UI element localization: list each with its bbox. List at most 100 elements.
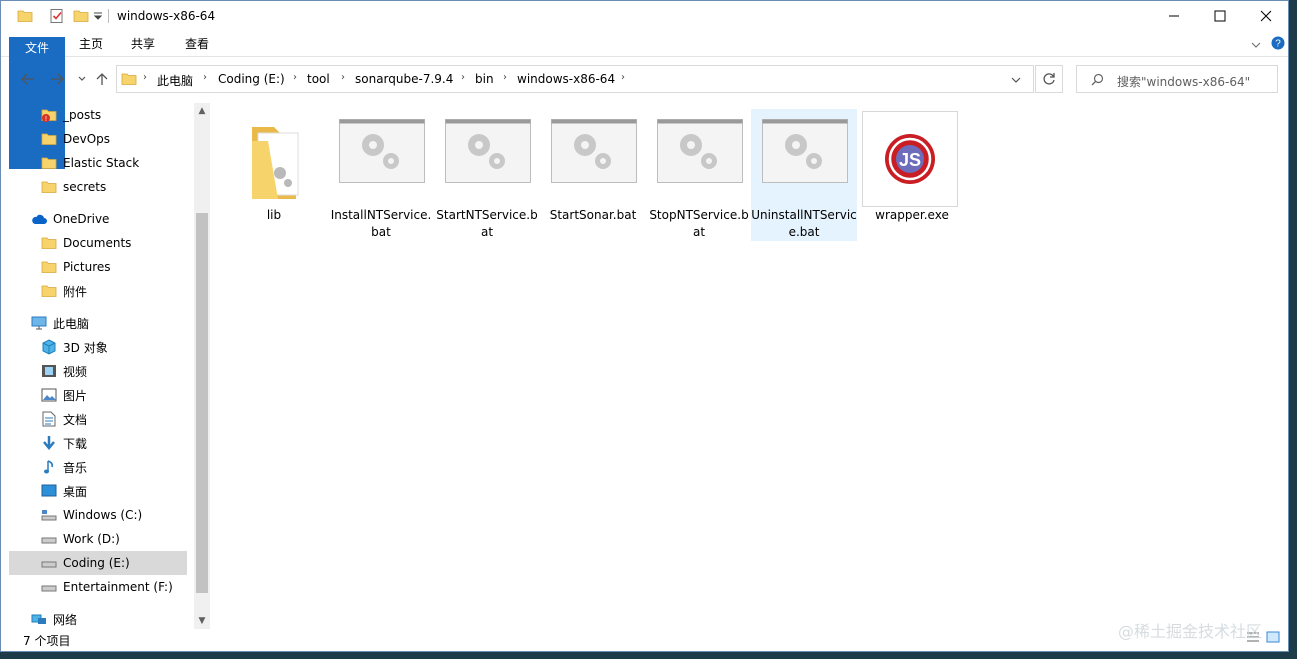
expand-ribbon-icon[interactable]	[1251, 39, 1261, 53]
chevron-right-icon[interactable]: ›	[341, 72, 345, 83]
crumb-this-pc[interactable]: 此电脑	[157, 72, 193, 89]
sidebar-item-network[interactable]: 网络	[9, 607, 187, 631]
sidebar-item-label: 网络	[53, 612, 78, 627]
sidebar-item-label: 文档	[63, 412, 88, 427]
sidebar-item-drive-e[interactable]: Coding (E:)	[9, 551, 187, 575]
sidebar-item-label: 下载	[63, 436, 88, 451]
sidebar-item-drive-f[interactable]: Entertainment (F:)	[9, 575, 187, 599]
sidebar-item-music[interactable]: 音乐	[9, 455, 187, 479]
file-item[interactable]: InstallNTService.bat	[329, 109, 433, 241]
sidebar-item-label: Windows (C:)	[63, 508, 143, 522]
sidebar-item-label: Elastic Stack	[63, 156, 140, 170]
recent-locations-button[interactable]	[71, 69, 93, 89]
folder-icon	[41, 283, 57, 299]
music-icon	[41, 459, 57, 475]
search-box[interactable]: 搜索"windows-x86-64"	[1076, 65, 1278, 93]
file-name: lib	[266, 208, 282, 222]
close-button[interactable]	[1243, 1, 1289, 31]
chevron-right-icon[interactable]: ›	[143, 72, 147, 83]
properties-icon[interactable]	[49, 7, 65, 25]
up-button[interactable]	[91, 69, 113, 89]
ribbon: 文件 主页 共享 查看 ?	[1, 31, 1288, 169]
file-name: StartSonar.bat	[549, 208, 637, 222]
sidebar-item-devops[interactable]: DevOps	[9, 127, 187, 151]
back-button[interactable]	[17, 69, 39, 89]
sidebar-item-attachments[interactable]: 附件	[9, 279, 187, 303]
crumb-windows-x86-64[interactable]: windows-x86-64	[517, 72, 615, 86]
drive-icon	[41, 555, 57, 571]
title-bar: windows-x86-64	[1, 1, 1288, 31]
sidebar-item-label: OneDrive	[53, 212, 110, 226]
file-item-selected[interactable]: UninstallNTService.bat	[751, 109, 857, 241]
sidebar-item-label: DevOps	[63, 132, 111, 146]
sidebar-item-drive-c[interactable]: Windows (C:)	[9, 503, 187, 527]
sidebar-item-secrets[interactable]: secrets	[9, 175, 187, 199]
sidebar-item-label: Pictures	[63, 260, 111, 274]
customize-toolbar-icon[interactable]	[93, 7, 103, 25]
chevron-right-icon[interactable]: ›	[503, 72, 507, 83]
sidebar-item-drive-d[interactable]: Work (D:)	[9, 527, 187, 551]
svg-text:?: ?	[1275, 39, 1281, 50]
file-item[interactable]: StartSonar.bat	[541, 109, 645, 241]
file-item[interactable]: lib	[222, 109, 326, 241]
network-icon	[31, 611, 47, 627]
sidebar-item-pictures[interactable]: Pictures	[9, 255, 187, 279]
chevron-right-icon[interactable]: ›	[621, 72, 625, 83]
navigation-pane: ! _posts DevOps Elastic Stack secrets On…	[9, 103, 210, 631]
maximize-button[interactable]	[1197, 1, 1243, 31]
file-list: lib InstallNTService.bat StartNTService.…	[202, 103, 1288, 629]
sidebar-item-this-pc[interactable]: 此电脑	[9, 311, 187, 335]
sidebar-item-docs[interactable]: 文档	[9, 407, 187, 431]
exe-thumbnail: JS	[862, 111, 958, 207]
address-dropdown-icon[interactable]	[1011, 74, 1021, 88]
folder-alert-icon: !	[41, 107, 57, 123]
sidebar-item-label: 音乐	[63, 460, 88, 475]
file-item[interactable]: StopNTService.bat	[647, 109, 751, 241]
status-bar: 7 个项目	[1, 629, 1288, 651]
sidebar-item-label: secrets	[63, 180, 107, 194]
sidebar-item-videos[interactable]: 视频	[9, 359, 187, 383]
sidebar-item-onedrive[interactable]: OneDrive	[9, 207, 187, 231]
new-folder-icon[interactable]	[73, 7, 89, 25]
refresh-button[interactable]	[1035, 65, 1063, 93]
item-count: 7 个项目	[23, 634, 71, 648]
cloud-icon	[31, 211, 47, 227]
sidebar-item-label: Work (D:)	[63, 532, 120, 546]
address-bar[interactable]: › 此电脑 › Coding (E:) › tool › sonarqube-7…	[116, 65, 1034, 93]
folder-icon	[17, 7, 33, 25]
sidebar-item-elastic-stack[interactable]: Elastic Stack	[9, 151, 187, 175]
title-separator	[108, 9, 109, 23]
crumb-tool[interactable]: tool	[307, 72, 330, 86]
sidebar-item-3d-objects[interactable]: 3D 对象	[9, 335, 187, 359]
cube-3d-icon	[41, 339, 57, 355]
file-name: StopNTService.bat	[649, 208, 749, 239]
crumb-sonarqube[interactable]: sonarqube-7.9.4	[355, 72, 453, 86]
crumb-bin[interactable]: bin	[475, 72, 494, 86]
tab-home[interactable]: 主页	[73, 33, 109, 56]
sidebar-item-posts[interactable]: ! _posts	[9, 103, 187, 127]
chevron-right-icon[interactable]: ›	[203, 72, 207, 83]
sidebar-item-label: 视频	[63, 364, 88, 379]
crumb-coding-drive[interactable]: Coding (E:)	[218, 72, 285, 86]
sidebar-item-label: 3D 对象	[63, 340, 108, 355]
video-icon	[41, 363, 57, 379]
file-item[interactable]: StartNTService.bat	[435, 109, 539, 241]
large-icons-view-icon[interactable]	[1266, 631, 1280, 646]
computer-icon	[31, 315, 47, 331]
tab-view[interactable]: 查看	[179, 33, 215, 56]
file-name: UninstallNTService.bat	[751, 208, 857, 239]
forward-button[interactable]	[46, 69, 68, 89]
file-name: StartNTService.bat	[436, 208, 538, 239]
sidebar-item-desktop[interactable]: 桌面	[9, 479, 187, 503]
help-icon[interactable]: ?	[1271, 36, 1285, 53]
chevron-right-icon[interactable]: ›	[461, 72, 465, 83]
sidebar-item-downloads[interactable]: 下载	[9, 431, 187, 455]
minimize-button[interactable]	[1151, 1, 1197, 31]
sidebar-item-documents[interactable]: Documents	[9, 231, 187, 255]
sidebar-item-label: Entertainment (F:)	[63, 580, 173, 594]
sidebar-item-images[interactable]: 图片	[9, 383, 187, 407]
chevron-right-icon[interactable]: ›	[293, 72, 297, 83]
file-item[interactable]: JS wrapper.exe	[860, 109, 964, 241]
tab-share[interactable]: 共享	[125, 33, 161, 56]
search-input[interactable]: 搜索"windows-x86-64"	[1117, 73, 1250, 90]
